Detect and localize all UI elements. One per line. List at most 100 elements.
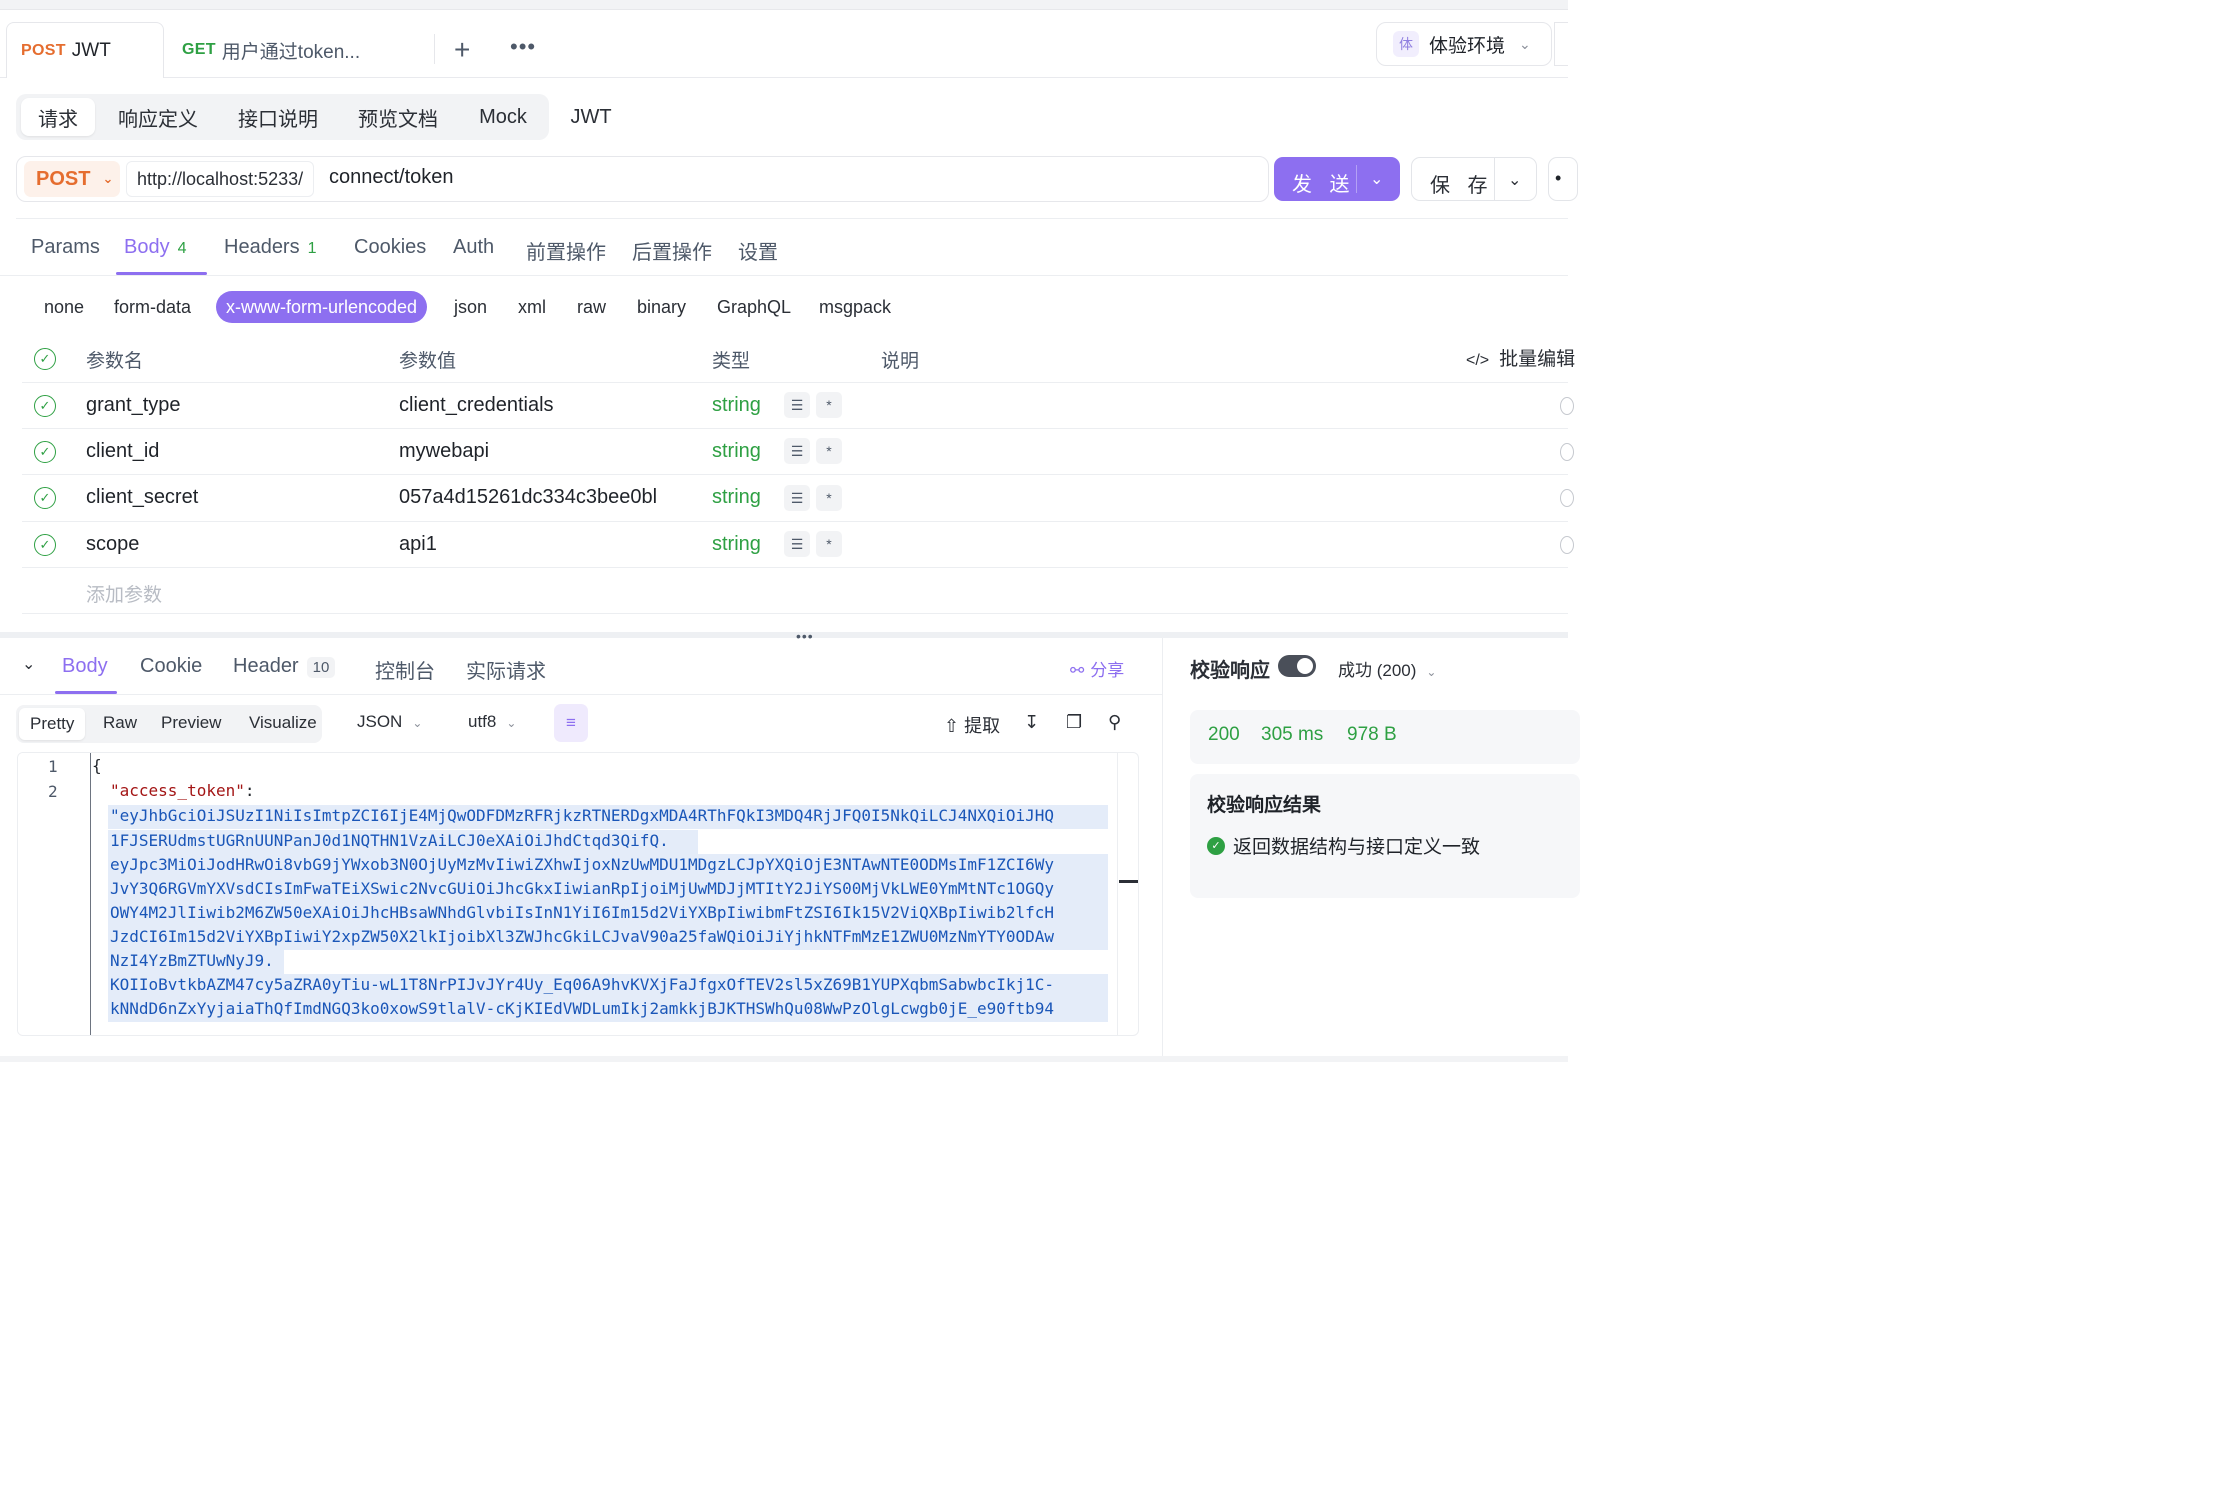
body-type-msgpack[interactable]: msgpack xyxy=(819,297,891,318)
settings-icon[interactable]: ☰ xyxy=(784,438,810,464)
param-name[interactable]: grant_type xyxy=(86,394,181,417)
encoding-select[interactable]: utf8 ⌄ xyxy=(468,712,516,732)
download-icon[interactable]: ↧ xyxy=(1024,712,1039,733)
tab-pre-operations[interactable]: 前置操作 xyxy=(526,236,606,265)
drag-handle-icon[interactable]: ••• xyxy=(796,628,814,644)
chevron-down-icon[interactable]: ⌄ xyxy=(1370,169,1383,189)
word-wrap-icon[interactable]: ≡ xyxy=(554,704,588,742)
panel-splitter[interactable] xyxy=(0,632,1568,638)
response-tab-console[interactable]: 控制台 xyxy=(375,655,435,684)
response-tab-actual-request[interactable]: 实际请求 xyxy=(466,655,546,684)
subtab-api-description[interactable]: 接口说明 xyxy=(224,98,332,136)
param-value[interactable]: 057a4d15261dc334c3bee0bl xyxy=(399,486,657,509)
add-tab-icon[interactable]: + xyxy=(454,36,470,64)
body-type-graphql[interactable]: GraphQL xyxy=(717,297,791,318)
add-param-input[interactable]: 添加参数 xyxy=(86,580,162,607)
send-button[interactable]: 发 送 ⌄ xyxy=(1274,157,1400,201)
response-tab-header[interactable]: Header 10 xyxy=(233,655,336,678)
format-raw[interactable]: Raw xyxy=(103,713,137,733)
share-button[interactable]: ⚯ 分享 xyxy=(1070,656,1124,681)
row-checkbox[interactable]: ✓ xyxy=(34,487,56,509)
row-checkbox[interactable]: ✓ xyxy=(34,395,56,417)
body-type-form-data[interactable]: form-data xyxy=(114,297,191,318)
validate-response-toggle[interactable] xyxy=(1278,655,1316,677)
row-checkbox[interactable]: ✓ xyxy=(34,441,56,463)
subtab-jwt[interactable]: JWT xyxy=(560,98,622,136)
body-type-raw[interactable]: raw xyxy=(577,297,606,318)
tab-post-jwt[interactable]: POST JWT xyxy=(6,22,164,78)
subtab-request[interactable]: 请求 xyxy=(21,98,95,136)
param-name[interactable]: scope xyxy=(86,533,139,556)
subtab-mock[interactable]: Mock xyxy=(466,98,540,136)
extract-button[interactable]: ⇧ 提取 xyxy=(944,712,1000,738)
tab-get-user-token[interactable]: GET 用户通过token... xyxy=(168,22,434,78)
response-tab-body[interactable]: Body xyxy=(62,655,108,678)
language-select[interactable]: JSON ⌄ xyxy=(357,712,422,732)
format-preview[interactable]: Preview xyxy=(161,713,221,733)
environment-selector[interactable]: 体 体验环境 ⌄ xyxy=(1376,22,1552,66)
select-all-checkbox[interactable]: ✓ xyxy=(34,348,56,370)
param-value[interactable]: client_credentials xyxy=(399,394,554,417)
body-type-xml[interactable]: xml xyxy=(518,297,546,318)
more-options-icon[interactable]: • xyxy=(1548,157,1578,201)
response-tab-cookie[interactable]: Cookie xyxy=(140,655,202,678)
param-name[interactable]: client_id xyxy=(86,440,159,463)
tab-separator xyxy=(434,34,435,64)
param-value[interactable]: api1 xyxy=(399,533,437,556)
scrollbar-thumb[interactable] xyxy=(1119,880,1138,883)
param-type[interactable]: string xyxy=(712,486,761,509)
response-size: 978 B xyxy=(1347,724,1397,745)
more-tabs-icon[interactable]: ••• xyxy=(510,36,536,58)
tab-auth[interactable]: Auth xyxy=(453,236,494,259)
tab-headers[interactable]: Headers 1 xyxy=(224,236,317,259)
method-select[interactable]: POST ⌄ xyxy=(24,161,120,197)
base-url[interactable]: http://localhost:5233/ xyxy=(126,161,315,197)
required-icon[interactable]: * xyxy=(816,438,842,464)
validation-status-select[interactable]: 成功 (200) ⌄ xyxy=(1338,656,1436,681)
column-header-description: 说明 xyxy=(881,351,920,372)
row-action-icon[interactable] xyxy=(1560,397,1574,415)
body-type-json[interactable]: json xyxy=(454,297,487,318)
collapse-chevron-icon[interactable]: ⌄ xyxy=(22,654,35,674)
bottom-strip xyxy=(0,1056,1568,1062)
param-value[interactable]: mywebapi xyxy=(399,440,489,463)
code-line: OWY4M2JlIiwib2M6ZW50eXAiOiJhcHBsaWNhdGlv… xyxy=(110,903,1055,922)
tab-body[interactable]: Body 4 xyxy=(124,236,187,259)
tab-cookies[interactable]: Cookies xyxy=(354,236,426,259)
required-icon[interactable]: * xyxy=(816,531,842,557)
param-type[interactable]: string xyxy=(712,533,761,556)
required-icon[interactable]: * xyxy=(816,485,842,511)
settings-icon[interactable]: ☰ xyxy=(784,485,810,511)
tab-settings[interactable]: 设置 xyxy=(738,236,778,265)
body-type-x-www-form-urlencoded[interactable]: x-www-form-urlencoded xyxy=(216,291,428,323)
format-visualize[interactable]: Visualize xyxy=(249,713,317,733)
save-button[interactable]: 保 存 ⌄ xyxy=(1411,157,1537,201)
tab-params[interactable]: Params xyxy=(31,236,100,259)
response-body-editor[interactable]: 1 2 { "access_token": "eyJhbGciOiJSUzI1N… xyxy=(17,752,1139,1036)
row-action-icon[interactable] xyxy=(1560,536,1574,554)
format-pretty[interactable]: Pretty xyxy=(19,708,86,740)
url-path-input[interactable]: connect/token xyxy=(329,166,454,189)
param-type[interactable]: string xyxy=(712,394,761,417)
extract-label: 提取 xyxy=(964,716,1001,736)
body-type-binary[interactable]: binary xyxy=(637,297,686,318)
settings-icon[interactable]: ☰ xyxy=(784,531,810,557)
row-action-icon[interactable] xyxy=(1560,489,1574,507)
body-type-none[interactable]: none xyxy=(44,297,84,318)
copy-icon[interactable]: ❐ xyxy=(1066,712,1082,733)
row-checkbox[interactable]: ✓ xyxy=(34,534,56,556)
row-action-icon[interactable] xyxy=(1560,443,1574,461)
subtab-preview-doc[interactable]: 预览文档 xyxy=(344,98,452,136)
subtab-response-definition[interactable]: 响应定义 xyxy=(104,98,212,136)
settings-icon[interactable]: ☰ xyxy=(784,392,810,418)
param-name[interactable]: client_secret xyxy=(86,486,198,509)
param-type[interactable]: string xyxy=(712,440,761,463)
env-extra-button[interactable] xyxy=(1554,22,1568,66)
editor-scrollbar[interactable] xyxy=(1117,752,1139,1036)
required-icon[interactable]: * xyxy=(816,392,842,418)
batch-edit-button[interactable]: </> 批量编辑 xyxy=(1466,344,1575,371)
search-icon[interactable]: ⚲ xyxy=(1108,712,1121,733)
language-value: JSON xyxy=(357,712,403,731)
chevron-down-icon[interactable]: ⌄ xyxy=(1508,170,1521,190)
tab-post-operations[interactable]: 后置操作 xyxy=(632,236,712,265)
